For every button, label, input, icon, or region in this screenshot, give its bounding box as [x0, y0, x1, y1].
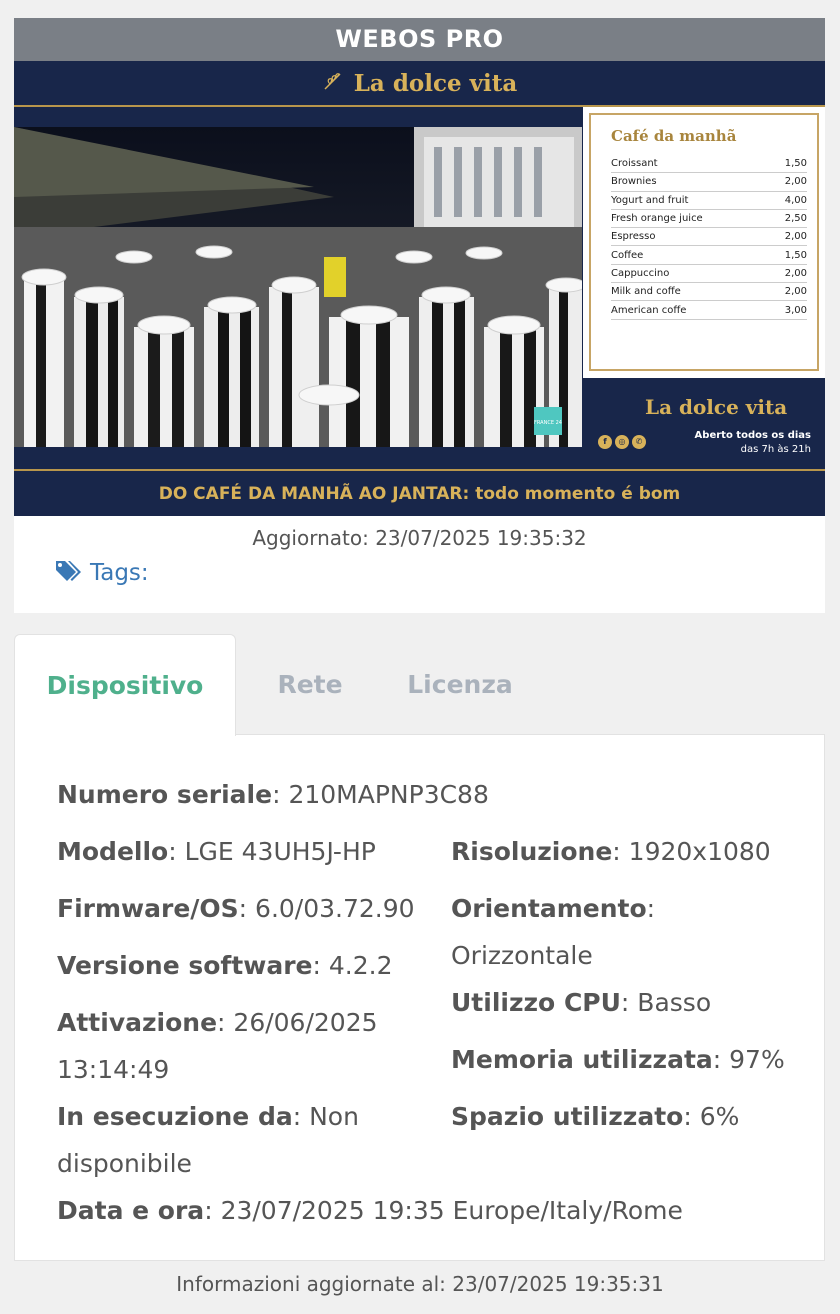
video-frame: FRANCE 24: [14, 127, 582, 447]
info-label: Versione software: [57, 951, 313, 980]
whatsapp-icon: ✆: [632, 435, 646, 449]
opening-times: das 7h às 21h: [740, 444, 811, 455]
menu-item-name: Espresso: [611, 231, 656, 243]
side-brand-name: La dolce vita: [645, 395, 788, 419]
menu-item: Croissant 1,50: [611, 155, 807, 174]
tags-row[interactable]: Tags:: [54, 558, 825, 588]
menu-item-name: Cappuccino: [611, 267, 670, 279]
opening-days: Aberto todos os dias: [694, 430, 811, 441]
info-firmware: Firmware/OS: 6.0/03.72.90: [57, 894, 415, 923]
tags-label: Tags:: [90, 560, 149, 586]
menu-item-name: Croissant: [611, 158, 658, 170]
info-value: 23/07/2025 19:35 Europe/Italy/Rome: [220, 1196, 683, 1225]
info-value: 4.2.2: [328, 951, 393, 980]
info-value: Orizzontale: [451, 941, 593, 970]
menu-item-price: 3,00: [784, 304, 807, 316]
updated-label: Aggiornato:: [252, 526, 369, 550]
screen-preview[interactable]: La dolce vita FRANCE 24 Café da manhã Cr…: [14, 61, 825, 516]
leaf-icon: [322, 70, 344, 96]
updated-text: Aggiornato: 23/07/2025 19:35:32: [14, 526, 825, 550]
info-model: Modello: LGE 43UH5J-HP: [57, 837, 376, 866]
menu-title: Café da manhã: [611, 127, 737, 145]
updated-value: 23/07/2025 19:35:32: [375, 526, 587, 550]
info-label: Firmware/OS: [57, 894, 239, 923]
info-tabs: Dispositivo Rete Licenza: [14, 634, 825, 736]
menu-item-name: Coffee: [611, 249, 644, 261]
info-orientation: Orientamento: Orizzontale: [451, 894, 656, 970]
screen-tagline: DO CAFÉ DA MANHÃ AO JANTAR: todo momento…: [14, 471, 825, 516]
footer-updated: Informazioni aggiornate al: 23/07/2025 1…: [0, 1272, 840, 1296]
menu-item: Milk and coffe 2,00: [611, 283, 807, 302]
menu-item: Fresh orange juice 2,50: [611, 210, 807, 229]
info-label: Data e ora: [57, 1196, 205, 1225]
menu-item-price: 2,50: [784, 213, 807, 225]
menu-item: Cappuccino 2,00: [611, 265, 807, 284]
info-value: 6%: [699, 1102, 740, 1131]
menu-item-name: Brownies: [611, 176, 657, 188]
info-value: LGE 43UH5J-HP: [184, 837, 376, 866]
info-value: 210MAPNP3C88: [288, 780, 489, 809]
screen-brand-name: La dolce vita: [353, 69, 518, 97]
info-label: Spazio utilizzato: [451, 1102, 684, 1131]
menu-item-price: 2,00: [784, 231, 807, 243]
menu-item-price: 2,00: [784, 267, 807, 279]
menu-item-price: 1,50: [784, 158, 807, 170]
info-label: Modello: [57, 837, 169, 866]
info-value: 1920x1080: [628, 837, 771, 866]
info-label: In esecuzione da: [57, 1102, 293, 1131]
menu-item: Coffee 1,50: [611, 246, 807, 265]
info-label: Numero seriale: [57, 780, 273, 809]
info-label: Risoluzione: [451, 837, 613, 866]
screen-brand-bar: La dolce vita: [14, 61, 825, 105]
menu-item-name: American coffe: [611, 304, 687, 316]
footer-label: Informazioni aggiornate al:: [176, 1272, 446, 1296]
info-label: Memoria utilizzata: [451, 1045, 713, 1074]
info-cpu: Utilizzo CPU: Basso: [451, 988, 712, 1017]
tab-dispositivo[interactable]: Dispositivo: [14, 634, 236, 736]
menu-item-name: Yogurt and fruit: [611, 194, 689, 206]
device-info-panel: Numero seriale: 210MAPNP3C88 Modello: LG…: [14, 734, 825, 1261]
info-label: Orientamento: [451, 894, 647, 923]
menu-item-price: 2,00: [784, 286, 807, 298]
footer-value: 23/07/2025 19:35:31: [452, 1272, 664, 1296]
info-software: Versione software: 4.2.2: [57, 951, 393, 980]
side-brand-area: La dolce vita f ◎ ✆ Aberto todos os dias…: [583, 378, 825, 455]
menu-list: Croissant 1,50 Brownies 2,00 Yogurt and frui…: [611, 155, 807, 320]
social-icons: f ◎ ✆: [598, 435, 646, 449]
device-title: WEBOS PRO: [14, 18, 825, 61]
menu-item: Espresso 2,00: [611, 228, 807, 247]
info-datetime: Data e ora: 23/07/2025 19:35 Europe/Ital…: [57, 1196, 683, 1225]
info-value: 6.0/03.72.90: [255, 894, 415, 923]
tab-licenza[interactable]: Licenza: [384, 634, 536, 735]
tab-rete[interactable]: Rete: [236, 634, 384, 735]
tag-icon: [54, 558, 82, 588]
opening-hours: Aberto todos os dias das 7h às 21h: [695, 429, 811, 457]
menu-item: American coffe 3,00: [611, 301, 807, 320]
video-badge: FRANCE 24: [534, 420, 562, 426]
info-resolution: Risoluzione: 1920x1080: [451, 837, 771, 866]
menu-item-price: 2,00: [784, 176, 807, 188]
menu-item: Brownies 2,00: [611, 173, 807, 192]
info-value: Basso: [637, 988, 712, 1017]
menu-item-price: 1,50: [784, 249, 807, 261]
facebook-icon: f: [598, 435, 612, 449]
info-value: 97%: [729, 1045, 785, 1074]
menu-panel: Café da manhã Croissant 1,50 Brownies 2,00 Y…: [583, 107, 825, 378]
info-running: In esecuzione da: Non disponibile: [57, 1102, 359, 1178]
menu-item: Yogurt and fruit 4,00: [611, 192, 807, 210]
info-disk: Spazio utilizzato: 6%: [451, 1102, 740, 1131]
info-label: Utilizzo CPU: [451, 988, 621, 1017]
device-card: WEBOS PRO La dolce vita FRANCE 24 Café d…: [14, 18, 825, 613]
menu-item-name: Milk and coffe: [611, 286, 681, 298]
instagram-icon: ◎: [615, 435, 629, 449]
info-memory: Memoria utilizzata: 97%: [451, 1045, 785, 1074]
info-serial: Numero seriale: 210MAPNP3C88: [57, 780, 489, 809]
menu-item-price: 4,00: [784, 194, 807, 206]
info-label: Attivazione: [57, 1008, 218, 1037]
info-activation: Attivazione: 26/06/2025 13:14:49: [57, 1008, 378, 1084]
menu-item-name: Fresh orange juice: [611, 213, 703, 225]
